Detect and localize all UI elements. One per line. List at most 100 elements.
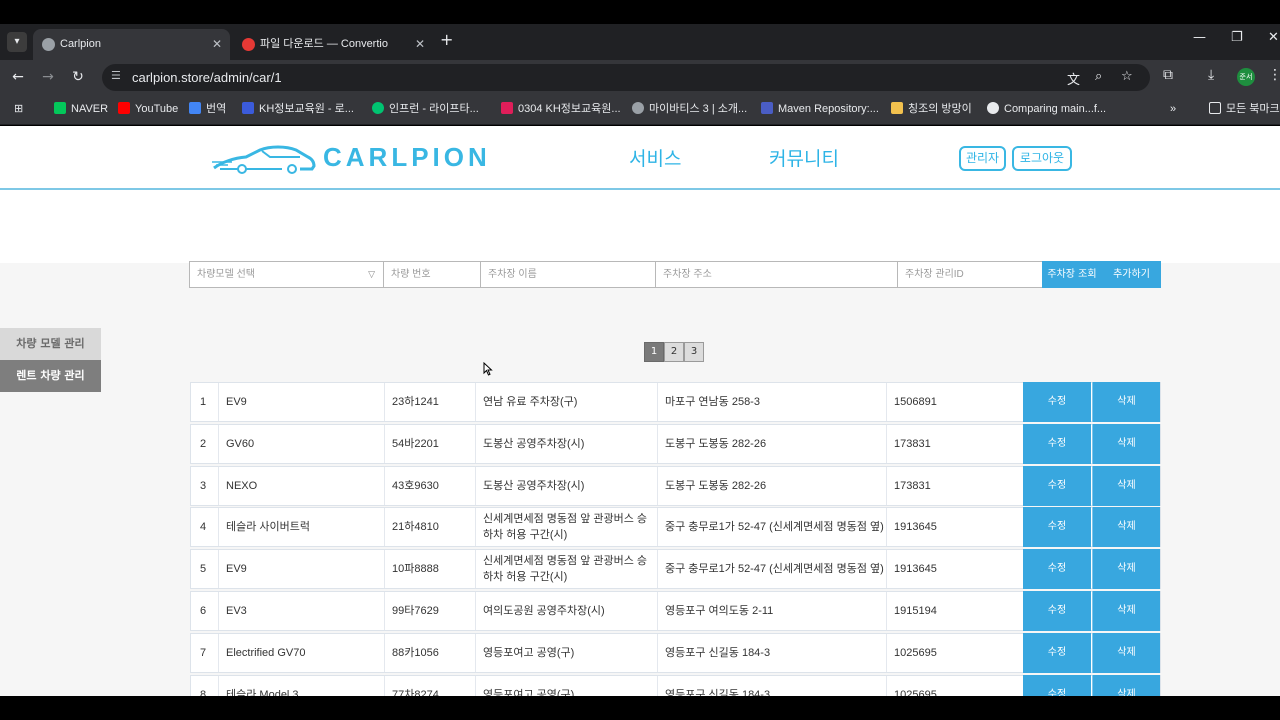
- car-number-placeholder: 차량 번호: [391, 269, 431, 280]
- bookmark-slack[interactable]: 0304 KH정보교육원...: [501, 94, 621, 124]
- edit-button[interactable]: 수정: [1023, 424, 1091, 464]
- car-logo-icon[interactable]: [212, 144, 316, 174]
- zoom-icon[interactable]: ⌕: [1095, 69, 1102, 84]
- bookmark-mybatis[interactable]: 마이바티스 3 | 소개...: [632, 94, 747, 124]
- address-bar[interactable]: ☰ carlpion.store/admin/car/1 文 ⌕ ☆: [102, 64, 1150, 91]
- delete-button[interactable]: 삭제: [1092, 549, 1160, 589]
- tab-carlpion[interactable]: Carlpion ✕: [33, 29, 230, 60]
- cell-lot-address: 마포구 연남동 258-3: [658, 383, 887, 421]
- delete-button[interactable]: 삭제: [1092, 675, 1160, 696]
- apps-grid-icon[interactable]: ⊞: [14, 94, 23, 124]
- cell-lot-admin-id: 173831: [894, 438, 931, 450]
- letterbox-top: [0, 0, 1280, 24]
- bookmark-inflearn[interactable]: 인프런 - 라이프타...: [372, 94, 479, 124]
- delete-button[interactable]: 삭제: [1092, 591, 1160, 631]
- bookmark-star-icon[interactable]: ☆: [1121, 69, 1133, 84]
- letterbox-bottom: [0, 696, 1280, 720]
- table-row: 3 NEXO 43호9630 도봉산 공영주차장(시) 도봉구 도봉동 282-26 17…: [190, 466, 1161, 506]
- cell-no: 5: [191, 550, 219, 588]
- close-icon[interactable]: ✕: [212, 29, 222, 60]
- cell-car-number: 54바2201: [385, 425, 476, 463]
- lot-name-placeholder: 주차장 이름: [488, 269, 537, 280]
- tab-search-icon[interactable]: ▾: [7, 32, 27, 52]
- translate-icon[interactable]: 文: [1067, 69, 1080, 88]
- delete-button[interactable]: 삭제: [1092, 507, 1160, 547]
- table-row: 1 EV9 23하1241 연남 유료 주차장(구) 마포구 연남동 258-3 1506…: [190, 382, 1161, 422]
- nav-community[interactable]: 커뮤니티: [769, 144, 839, 171]
- page-button[interactable]: 1: [644, 342, 664, 362]
- tab-convertio[interactable]: 파일 다운로드 — Convertio ✕: [233, 29, 433, 60]
- site-logo[interactable]: CARLPION: [323, 142, 491, 173]
- delete-button[interactable]: 삭제: [1092, 633, 1160, 673]
- edit-button[interactable]: 수정: [1023, 675, 1091, 696]
- cell-model: EV9: [219, 383, 385, 421]
- delete-button[interactable]: 삭제: [1092, 466, 1160, 506]
- window-close-icon[interactable]: ✕: [1268, 30, 1279, 45]
- tab-strip: ▾ Carlpion ✕ 파일 다운로드 — Convertio ✕: [0, 24, 1280, 60]
- bookmark-kh[interactable]: KH정보교육원 - 로...: [242, 94, 354, 124]
- cell-lot-name: 여의도공원 공영주차장(시): [476, 592, 658, 630]
- bookmark-translate[interactable]: 번역: [189, 94, 226, 124]
- github-icon: [987, 102, 999, 114]
- new-tab-icon[interactable]: +: [440, 30, 453, 49]
- page-button[interactable]: 2: [664, 342, 684, 362]
- extensions-icon[interactable]: ⧉: [1163, 67, 1173, 83]
- bookmark-maven[interactable]: Maven Repository:...: [761, 94, 879, 124]
- bookmark-label: YouTube: [135, 103, 179, 115]
- bookmarks-overflow-icon[interactable]: »: [1170, 94, 1176, 124]
- search-lot-button[interactable]: 주차장 조회: [1042, 261, 1102, 288]
- add-button[interactable]: 추가하기: [1102, 261, 1161, 288]
- cell-no: 2: [191, 425, 219, 463]
- bookmark-bat[interactable]: 칭조의 방망이: [891, 94, 972, 124]
- forward-icon[interactable]: →: [38, 67, 58, 87]
- table-row: 6 EV3 99타7629 여의도공원 공영주차장(시) 영등포구 여의도동 2-11 1…: [190, 591, 1161, 631]
- delete-button[interactable]: 삭제: [1092, 424, 1160, 464]
- maximize-icon[interactable]: ❐: [1231, 30, 1243, 45]
- cell-lot-name: 신세계면세점 명동점 앞 관광버스 승하차 허용 구간(시): [476, 508, 658, 546]
- download-icon[interactable]: ⤓: [1208, 67, 1214, 83]
- cell-no: 6: [191, 592, 219, 630]
- menu-icon[interactable]: ⋮: [1268, 67, 1280, 83]
- profile-avatar[interactable]: 준서: [1237, 68, 1255, 86]
- sidebar-item-model-management[interactable]: 차량 모델 관리: [0, 328, 101, 360]
- all-bookmarks[interactable]: 모든 북마크: [1209, 94, 1280, 124]
- cell-lot-address: 중구 충무로1가 52-47 (신세계면세점 명동점 옆): [658, 508, 887, 546]
- delete-button[interactable]: 삭제: [1092, 382, 1160, 422]
- cell-lot-admin-id: 1913645: [894, 521, 937, 533]
- car-number-input[interactable]: 차량 번호: [383, 261, 481, 288]
- edit-button[interactable]: 수정: [1023, 507, 1091, 547]
- cell-lot-address: 영등포구 여의도동 2-11: [658, 592, 887, 630]
- cell-no: 1: [191, 383, 219, 421]
- cell-model: NEXO: [219, 467, 385, 505]
- bookmark-youtube[interactable]: YouTube: [118, 94, 178, 124]
- cell-lot-admin-id: 1025695: [894, 689, 937, 696]
- bookmark-naver[interactable]: NAVER: [54, 94, 108, 124]
- model-select[interactable]: 차량모델 선택 ▽: [189, 261, 384, 288]
- close-icon[interactable]: ✕: [415, 29, 425, 60]
- edit-button[interactable]: 수정: [1023, 382, 1091, 422]
- reload-icon[interactable]: ↻: [68, 67, 88, 87]
- minimize-icon[interactable]: —: [1193, 30, 1206, 45]
- nav-service[interactable]: 서비스: [629, 144, 681, 171]
- edit-button[interactable]: 수정: [1023, 466, 1091, 506]
- edit-button[interactable]: 수정: [1023, 549, 1091, 589]
- back-icon[interactable]: ←: [8, 67, 28, 87]
- cell-model: 테슬라 사이버트럭: [219, 508, 385, 546]
- bookmark-github[interactable]: Comparing main...f...: [987, 94, 1106, 124]
- bookmark-label: Comparing main...f...: [1004, 103, 1107, 115]
- kh-icon: [242, 102, 254, 114]
- tab-title: Carlpion: [60, 38, 101, 50]
- sidebar-item-rent-car-management[interactable]: 렌트 차량 관리: [0, 360, 101, 392]
- lot-name-input[interactable]: 주차장 이름: [480, 261, 656, 288]
- admin-button[interactable]: 관리자: [959, 146, 1006, 171]
- bookmark-label: 칭조의 방망이: [908, 103, 972, 115]
- lot-address-input[interactable]: 주차장 주소: [655, 261, 898, 288]
- lot-admin-id-input[interactable]: 주차장 관리ID: [897, 261, 1043, 288]
- edit-button[interactable]: 수정: [1023, 633, 1091, 673]
- bookmark-label: 인프런 - 라이프타...: [389, 103, 479, 115]
- site-info-icon[interactable]: ☰: [111, 69, 121, 82]
- edit-button[interactable]: 수정: [1023, 591, 1091, 631]
- logout-button[interactable]: 로그아웃: [1012, 146, 1072, 171]
- page-button[interactable]: 3: [684, 342, 704, 362]
- url-text[interactable]: carlpion.store/admin/car/1: [132, 64, 282, 91]
